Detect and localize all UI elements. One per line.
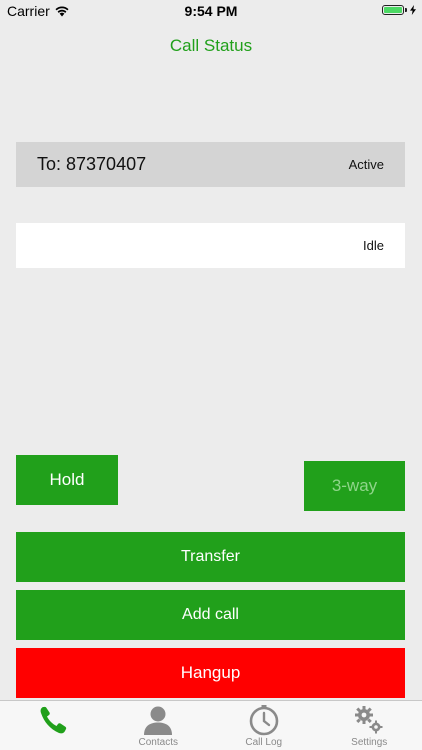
call-row-active[interactable]: To: 87370407 Active xyxy=(16,142,405,187)
call-state: Idle xyxy=(363,238,384,253)
page-title: Call Status xyxy=(169,36,253,55)
tab-label: Call Log xyxy=(245,737,283,748)
tab-settings[interactable]: Settings xyxy=(317,701,422,750)
three-way-button[interactable]: 3-way xyxy=(304,461,405,511)
gears-icon xyxy=(355,706,383,734)
person-icon xyxy=(144,706,173,735)
hangup-button[interactable]: Hangup xyxy=(16,648,405,698)
clock-icon xyxy=(249,705,279,736)
call-row-idle[interactable]: Idle xyxy=(16,223,405,268)
transfer-button[interactable]: Transfer xyxy=(16,532,405,582)
tab-call-log[interactable]: Call Log xyxy=(211,701,317,750)
tab-contacts[interactable]: Contacts xyxy=(106,701,212,750)
battery-indicator xyxy=(382,5,416,15)
tab-label: Settings xyxy=(351,737,388,748)
call-number: To: 87370407 xyxy=(37,154,147,174)
call-state: Active xyxy=(348,157,384,172)
battery-fill xyxy=(384,7,402,13)
tab-phone[interactable] xyxy=(0,701,106,750)
tab-bar: Contacts Call Log Settings xyxy=(0,700,422,750)
battery-icon xyxy=(382,5,404,15)
hold-button[interactable]: Hold xyxy=(16,455,118,505)
add-call-button[interactable]: Add call xyxy=(16,590,405,640)
status-time: 9:54 PM xyxy=(184,3,238,19)
tab-label: Contacts xyxy=(138,737,178,748)
charging-bolt-icon xyxy=(410,5,416,15)
battery-tip xyxy=(405,8,407,12)
status-bar: Carrier 9:54 PM xyxy=(0,0,422,22)
phone-icon xyxy=(40,706,66,734)
